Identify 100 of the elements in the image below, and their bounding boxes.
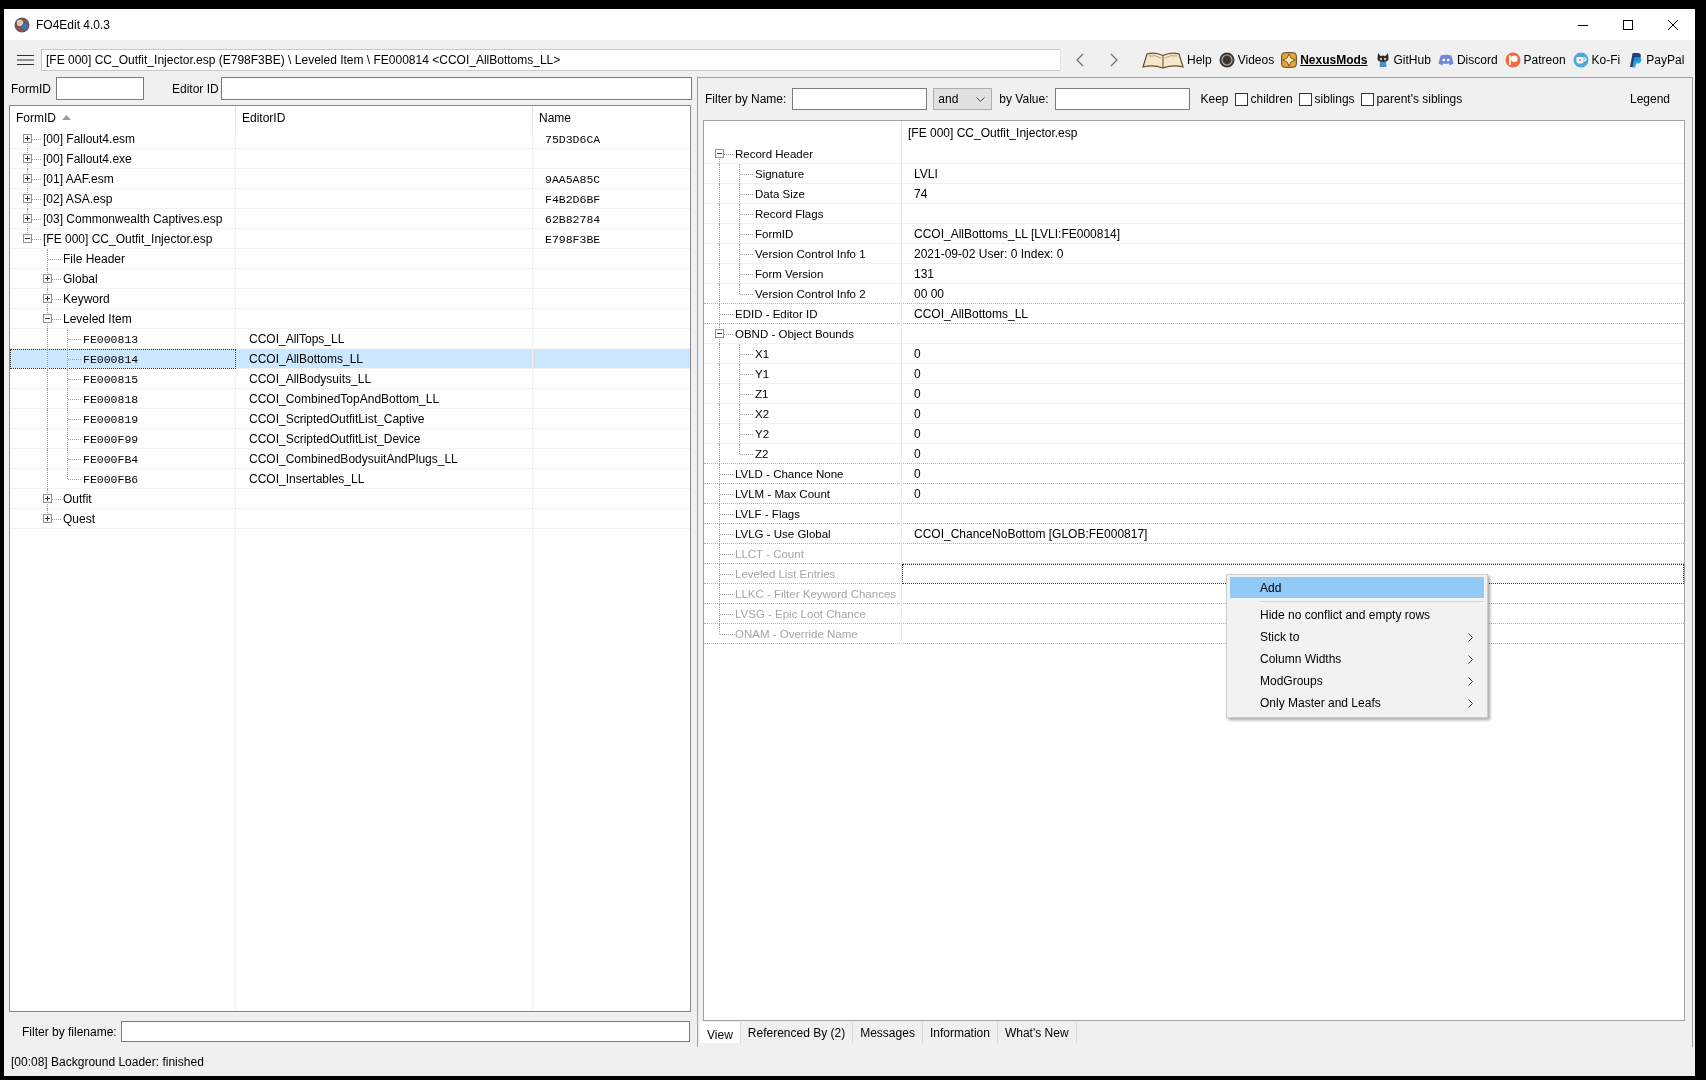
record-row[interactable]: Signature LVLI [704,164,1684,184]
field-value: CCOI_AllBottoms_LL [914,307,1029,321]
tree-item[interactable]: Keyword [63,292,110,306]
toolbar-link[interactable]: Discord [1437,51,1498,68]
hash-value: E798F3BE [545,232,601,246]
toolbar-link[interactable]: GitHub [1374,51,1431,68]
tree-item[interactable]: Global [63,272,98,286]
record-row[interactable]: FE000FB4 CCOI_CombinedBodysuitAndPlugs_LL [10,449,690,469]
record-row[interactable]: Record Header [704,144,1684,164]
menu-item[interactable]: Hide no conflict and empty rows [1230,604,1484,626]
expand-icon[interactable] [43,494,52,503]
record-row[interactable]: Z1 0 [704,384,1684,404]
tree-item[interactable]: [00] Fallout4.exe [43,152,132,166]
form-id: FE000FB4 [83,452,139,466]
expand-icon[interactable] [43,514,52,523]
toolbar-link[interactable]: Help [1142,50,1212,69]
menu-icon[interactable] [17,53,34,66]
expand-icon[interactable] [23,194,32,203]
record-row[interactable]: FE000FB6 CCOI_Insertables_LL [10,469,690,489]
expand-icon[interactable] [43,294,52,303]
expand-icon[interactable] [43,274,52,283]
field-label: Signature [755,168,805,180]
menu-item[interactable]: ModGroups [1230,670,1484,692]
record-row[interactable]: FE000F99 CCOI_ScriptedOutfitList_Device [10,429,690,449]
value-filter-field[interactable] [1054,88,1190,110]
toolbar-link[interactable]: PayPal [1627,51,1685,68]
close-icon[interactable] [1667,19,1678,30]
name-filter-field[interactable] [792,88,928,110]
record-row[interactable]: LVLM - Max Count 0 [704,484,1684,504]
field-label: by Value: [999,92,1049,106]
expand-icon[interactable] [23,174,32,183]
round-logo-icon [1504,51,1521,68]
checkbox[interactable] [1234,92,1248,106]
record-row[interactable]: EDID - Editor ID CCOI_AllBottoms_LL [704,304,1684,324]
toolbar-link[interactable]: Ko-Fi [1572,51,1621,68]
tree-item[interactable]: [03] Commonwealth Captives.esp [43,212,223,226]
collapse-icon[interactable] [43,314,52,323]
field-label: EDID - Editor ID [735,308,818,320]
record-row[interactable]: FE000819 CCOI_ScriptedOutfitList_Captive [10,409,690,429]
record-row[interactable]: LVLG - Use Global CCOI_ChanceNoBottom [GLOB:FE000817] [704,524,1684,544]
checkbox-label[interactable]: parent's siblings [1376,92,1463,106]
tree-item[interactable]: Quest [63,512,95,526]
record-row[interactable]: FE000818 CCOI_CombinedTopAndBottom_LL [10,389,690,409]
formid-filter-field[interactable] [56,77,144,100]
operator-dropdown[interactable]: and [933,88,993,110]
expand-icon[interactable] [23,214,32,223]
legend-button[interactable]: Legend [1623,89,1676,109]
collapse-icon[interactable] [715,149,724,158]
record-row[interactable]: FormID CCOI_AllBottoms_LL [LVLI:FE000814] [704,224,1684,244]
record-row[interactable]: OBND - Object Bounds [704,324,1684,344]
record-row[interactable]: Y2 0 [704,424,1684,444]
forward-icon[interactable] [1110,52,1118,67]
menu-item[interactable]: Add [1230,577,1484,598]
back-icon[interactable] [1076,52,1084,67]
checkbox[interactable] [1298,92,1312,106]
collapse-icon[interactable] [715,329,724,338]
toolbar-link[interactable]: Videos [1218,51,1275,68]
column-header[interactable]: FormID [10,106,236,129]
menu-item[interactable]: Column Widths [1230,648,1484,670]
tree-item[interactable]: [00] Fallout4.esm [43,132,136,146]
toolbar-link[interactable]: NexusMods [1281,51,1368,68]
tab[interactable]: View [700,1022,741,1043]
tree-item[interactable]: [FE 000] CC_Outfit_Injector.esp [43,232,213,246]
record-row[interactable]: Version Control Info 2 00 00 [704,284,1684,304]
record-row[interactable]: Data Size 74 [704,184,1684,204]
checkbox[interactable] [1360,92,1374,106]
collapse-icon[interactable] [23,234,32,243]
tree-item[interactable]: Leveled Item [63,312,132,326]
column-header[interactable]: Name [533,106,690,129]
tree-item[interactable]: File Header [63,252,126,266]
record-row[interactable]: X2 0 [704,404,1684,424]
tree-item[interactable]: [01] AAF.esm [43,172,114,186]
status-text: [00:08] Background Loader: finished [11,1054,204,1069]
record-row[interactable]: X1 0 [704,344,1684,364]
record-row[interactable]: LVLD - Chance None 0 [704,464,1684,484]
record-row[interactable]: Record Flags [704,204,1684,224]
tree-item[interactable]: [02] ASA.esp [43,192,113,206]
menu-item[interactable]: Only Master and Leafs [1230,692,1484,714]
maximize-icon[interactable] [1622,19,1633,30]
record-row[interactable]: Form Version 131 [704,264,1684,284]
tree-item[interactable]: Outfit [63,492,92,506]
column-header[interactable]: EditorID [236,106,533,129]
record-row[interactable]: Y1 0 [704,364,1684,384]
record-row[interactable]: FE000815 CCOI_AllBodysuits_LL [10,369,690,389]
filename-filter-field[interactable] [120,1021,690,1042]
editor-id: CCOI_CombinedBodysuitAndPlugs_LL [249,452,458,466]
editor-id: CCOI_ScriptedOutfitList_Device [249,432,421,446]
record-row[interactable]: FE000814 CCOI_AllBottoms_LL [10,349,690,369]
field-label: Leveled List Entries [735,568,836,580]
editor-id-filter-field[interactable] [220,77,692,100]
record-row[interactable]: Version Control Info 1 2021-09-02 User: 0 Index: 0 [704,244,1684,264]
checkbox-label[interactable]: siblings [1314,92,1355,106]
path-field[interactable]: [FE 000] CC_Outfit_Injector.esp (E798F3BE) \ Leveled Item \ FE000814 <CCOI_AllBottoms_LL> [41,48,1061,71]
expand-icon[interactable] [23,134,32,143]
checkbox-label[interactable]: children [1250,92,1293,106]
toolbar-link[interactable]: Patreon [1504,51,1566,68]
record-row[interactable]: Z2 0 [704,444,1684,464]
record-row[interactable]: LVLF - Flags [704,504,1684,524]
cup-icon [1572,51,1589,68]
expand-icon[interactable] [23,154,32,163]
